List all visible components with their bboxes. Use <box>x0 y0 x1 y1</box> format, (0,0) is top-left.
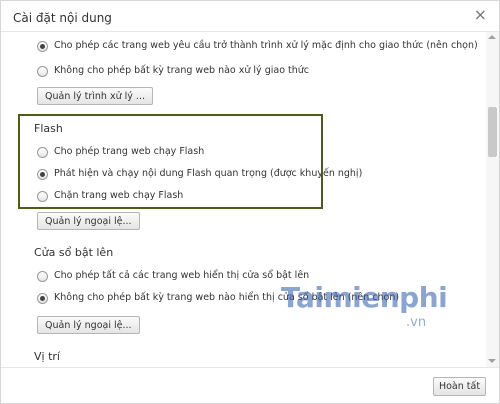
content-settings-dialog: Cài đặt nội dung × Cho phép các trang we… <box>0 0 500 404</box>
popups-block-radio[interactable] <box>37 293 48 304</box>
scrollbar[interactable] <box>486 32 499 367</box>
watermark-logo: Taimienphi .vn <box>281 281 448 330</box>
watermark-main: Taimienphi <box>281 281 448 314</box>
popups-manage-exceptions-button[interactable]: Quản lý ngoại lệ... <box>37 316 140 334</box>
location-section-title: Vị trí <box>34 350 60 363</box>
scroll-down-icon[interactable] <box>488 359 496 363</box>
watermark-sub: .vn <box>406 315 427 330</box>
handlers-block-label: Không cho phép bất kỳ trang web nào xử l… <box>54 65 310 76</box>
close-icon[interactable]: × <box>474 7 487 23</box>
flash-manage-exceptions-button[interactable]: Quản lý ngoại lệ... <box>37 212 140 230</box>
popups-section-title: Cửa sổ bật lên <box>34 246 114 259</box>
dialog-title: Cài đặt nội dung <box>13 11 112 25</box>
popups-allow-radio[interactable] <box>37 271 48 282</box>
done-button[interactable]: Hoàn tất <box>433 377 486 396</box>
handlers-allow-radio[interactable] <box>37 41 48 52</box>
divider <box>1 367 499 368</box>
scroll-up-icon[interactable] <box>488 35 496 39</box>
popups-allow-label: Cho phép tất cả các trang web hiển thị c… <box>54 270 310 281</box>
flash-highlight-box <box>18 114 323 209</box>
manage-handlers-button[interactable]: Quản lý trình xử lý ... <box>37 87 153 105</box>
scroll-thumb[interactable] <box>488 107 497 157</box>
handlers-allow-label: Cho phép các trang web yêu cầu trở thành… <box>54 40 478 51</box>
handlers-block-radio[interactable] <box>37 66 48 77</box>
